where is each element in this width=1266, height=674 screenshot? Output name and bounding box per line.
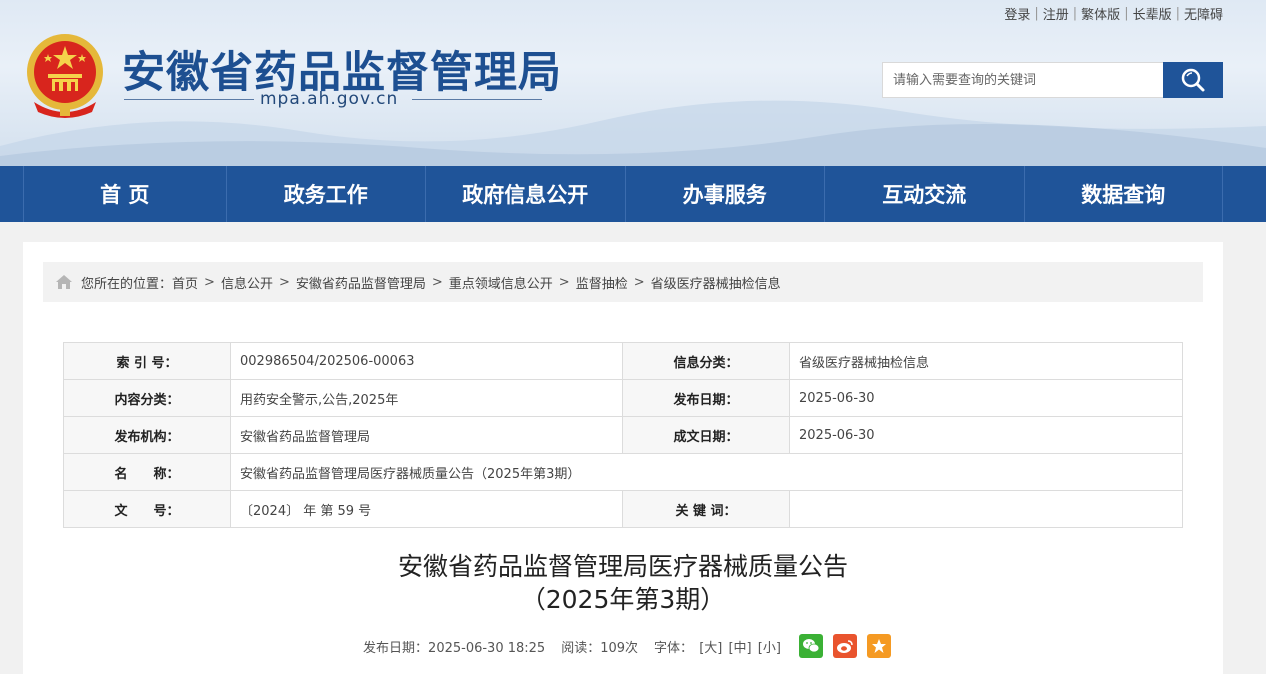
breadcrumb: 您所在的位置： 首页 > 信息公开 > 安徽省药品监督管理局 > 重点领域信息公开 > … bbox=[43, 262, 1203, 302]
nav-government-affairs[interactable]: 政务工作 bbox=[225, 166, 426, 222]
article-title-line2: （2025年第3期） bbox=[520, 585, 726, 614]
nav-services[interactable]: 办事服务 bbox=[624, 166, 825, 222]
login-link[interactable]: 登录 bbox=[1004, 4, 1030, 23]
site-header: 登录 | 注册 | 繁体版 | 长辈版 | 无障碍 安徽省药品监督管理局 mpa.ah.… bbox=[0, 0, 1266, 166]
read-count: 阅读：109次 bbox=[561, 640, 639, 656]
weibo-icon bbox=[836, 640, 853, 653]
breadcrumb-supervision-sampling[interactable]: 监督抽检 bbox=[576, 273, 628, 292]
breadcrumb-info-disclosure[interactable]: 信息公开 bbox=[221, 273, 273, 292]
font-large-button[interactable]: [大] bbox=[699, 641, 722, 656]
publish-datetime: 发布日期：2025-06-30 18:25 bbox=[363, 640, 546, 656]
breadcrumb-home[interactable]: 首页 bbox=[172, 273, 198, 292]
search-icon bbox=[1181, 68, 1205, 92]
index-number-value: 002986504/202506-00063 bbox=[230, 342, 623, 380]
document-metadata-table: 索 引 号： 002986504/202506-00063 信息分类： 省级医疗… bbox=[63, 342, 1183, 528]
accessibility-link[interactable]: 无障碍 bbox=[1184, 4, 1223, 23]
document-number-label: 文 号： bbox=[63, 490, 231, 528]
breadcrumb-prefix: 您所在的位置： bbox=[81, 276, 173, 292]
weibo-share-button[interactable] bbox=[832, 634, 857, 658]
font-size-label: 字体： bbox=[654, 640, 694, 656]
breadcrumb-device-sampling[interactable]: 省级医疗器械抽检信息 bbox=[651, 273, 781, 292]
article-title: 安徽省药品监督管理局医疗器械质量公告 （2025年第3期） bbox=[23, 550, 1223, 616]
keywords-value bbox=[789, 490, 1183, 528]
index-number-label: 索 引 号： bbox=[63, 342, 231, 380]
wechat-icon bbox=[802, 639, 820, 653]
main-content: 您所在的位置： 首页 > 信息公开 > 安徽省药品监督管理局 > 重点领域信息公开 > … bbox=[23, 242, 1223, 674]
home-icon[interactable] bbox=[55, 274, 73, 290]
content-category-label: 内容分类： bbox=[63, 379, 231, 417]
nav-data-query[interactable]: 数据查询 bbox=[1023, 166, 1223, 222]
content-category-value: 用药安全警示,公告,2025年 bbox=[230, 379, 623, 417]
document-date-label: 成文日期： bbox=[622, 416, 790, 454]
search-box bbox=[882, 62, 1223, 98]
traditional-chinese-link[interactable]: 繁体版 bbox=[1081, 4, 1120, 23]
article-title-line1: 安徽省药品监督管理局医疗器械质量公告 bbox=[397, 552, 848, 581]
document-date-value: 2025-06-30 bbox=[789, 416, 1183, 454]
table-row: 文 号： 〔2024〕 年 第 59 号 关 键 词： bbox=[63, 490, 1183, 528]
keywords-label: 关 键 词： bbox=[622, 490, 790, 528]
font-medium-button[interactable]: [中] bbox=[728, 641, 751, 656]
publisher-label: 发布机构： bbox=[63, 416, 231, 454]
table-row: 发布机构： 安徽省药品监督管理局 成文日期： 2025-06-30 bbox=[63, 416, 1183, 454]
favorite-share-button[interactable] bbox=[866, 634, 891, 658]
info-category-value: 省级医疗器械抽检信息 bbox=[789, 342, 1183, 380]
decorative-line bbox=[412, 99, 542, 100]
name-value: 安徽省药品监督管理局医疗器械质量公告（2025年第3期） bbox=[230, 453, 1183, 491]
breadcrumb-key-areas[interactable]: 重点领域信息公开 bbox=[449, 273, 553, 292]
site-domain: mpa.ah.gov.cn bbox=[260, 89, 399, 109]
nav-home[interactable]: 首 页 bbox=[23, 166, 226, 222]
publish-date-label: 发布日期： bbox=[622, 379, 790, 417]
font-size-control: 字体： [大] [中] [小] bbox=[654, 637, 781, 656]
search-input[interactable] bbox=[882, 62, 1163, 98]
main-nav: 首 页 政务工作 政府信息公开 办事服务 互动交流 数据查询 bbox=[0, 166, 1266, 222]
article-info-bar: 发布日期：2025-06-30 18:25 阅读：109次 字体： [大] [中… bbox=[23, 634, 1223, 658]
publish-date-value: 2025-06-30 bbox=[789, 379, 1183, 417]
decorative-line bbox=[124, 99, 254, 100]
document-number-value: 〔2024〕 年 第 59 号 bbox=[230, 490, 623, 528]
nav-information-disclosure[interactable]: 政府信息公开 bbox=[425, 166, 625, 222]
top-links: 登录 | 注册 | 繁体版 | 长辈版 | 无障碍 bbox=[1004, 4, 1223, 23]
nav-interaction[interactable]: 互动交流 bbox=[824, 166, 1024, 222]
breadcrumb-bureau[interactable]: 安徽省药品监督管理局 bbox=[296, 273, 426, 292]
table-row: 名 称： 安徽省药品监督管理局医疗器械质量公告（2025年第3期） bbox=[63, 453, 1183, 491]
national-emblem-icon[interactable] bbox=[24, 32, 106, 118]
publisher-value: 安徽省药品监督管理局 bbox=[230, 416, 623, 454]
table-row: 索 引 号： 002986504/202506-00063 信息分类： 省级医疗… bbox=[63, 342, 1183, 380]
name-label: 名 称： bbox=[63, 453, 231, 491]
table-row: 内容分类： 用药安全警示,公告,2025年 发布日期： 2025-06-30 bbox=[63, 379, 1183, 417]
star-icon bbox=[871, 639, 886, 653]
info-category-label: 信息分类： bbox=[622, 342, 790, 380]
font-small-button[interactable]: [小] bbox=[758, 641, 781, 656]
search-button[interactable] bbox=[1163, 62, 1223, 98]
elderly-mode-link[interactable]: 长辈版 bbox=[1133, 4, 1172, 23]
wechat-share-button[interactable] bbox=[798, 634, 823, 658]
register-link[interactable]: 注册 bbox=[1043, 4, 1069, 23]
